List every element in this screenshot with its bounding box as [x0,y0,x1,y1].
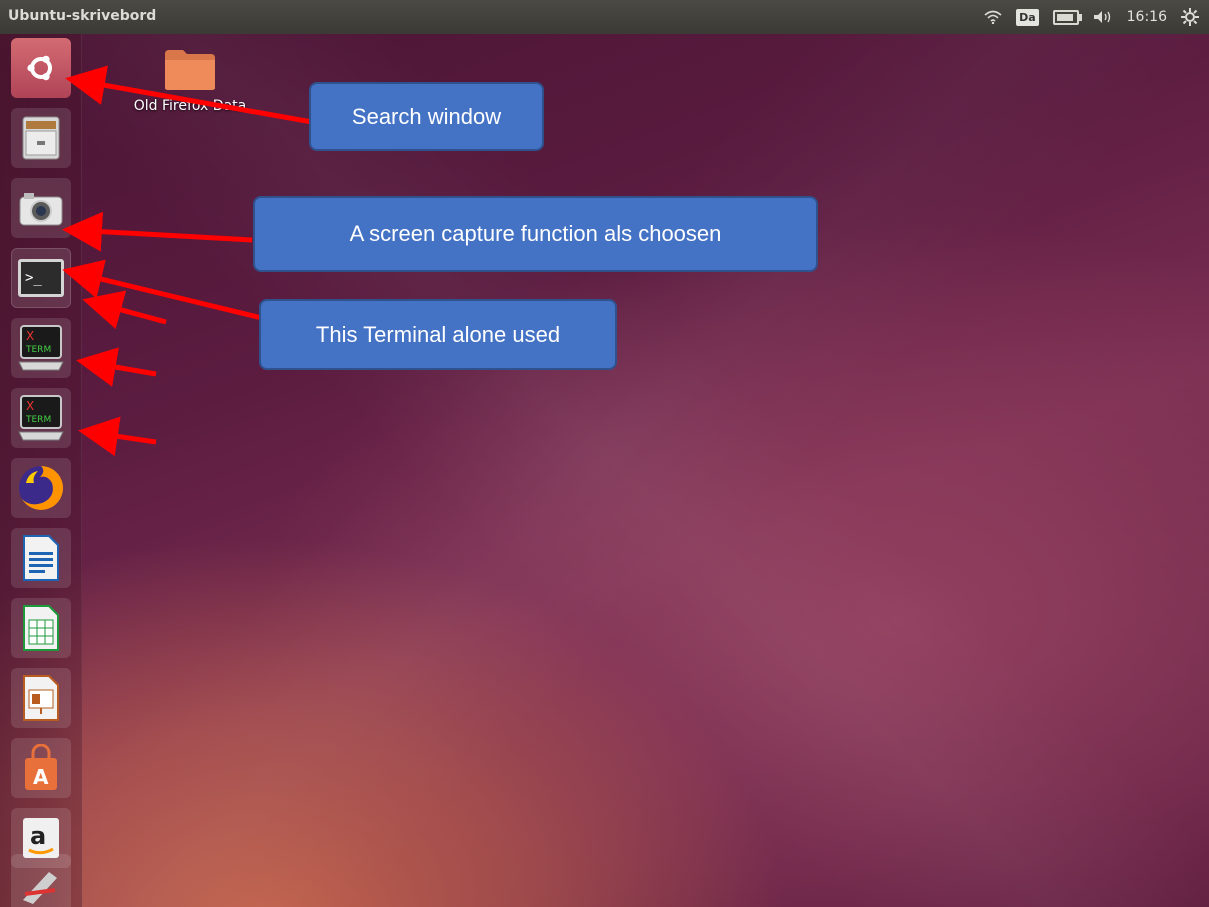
launcher-terminal[interactable]: >_ [11,248,71,308]
svg-text:X: X [26,329,34,343]
svg-text:>_: >_ [25,270,42,286]
launcher-libreoffice-calc[interactable] [11,598,71,658]
file-cabinet-icon [22,116,60,160]
xterm-icon: X TERM [18,325,64,371]
arrow-to-screenshot [62,211,253,252]
arrow-terminal-second [82,290,167,330]
camera-icon [19,193,63,226]
terminal-icon: >_ [18,259,64,297]
power-settings-icon[interactable] [1181,8,1199,26]
desktop-icon-label: Old Firefox Data [133,98,247,114]
arrow-xterm-2 [78,416,157,457]
launcher-libreoffice-writer[interactable] [11,528,71,588]
callout-screen-capture: A screen capture function als choosen [253,196,818,272]
svg-text:X: X [26,399,34,413]
clock[interactable]: 16:16 [1127,9,1167,25]
launcher-firefox[interactable] [11,458,71,518]
keyboard-layout-icon[interactable]: Da [1016,8,1039,26]
launcher-software-center[interactable]: A [11,738,71,798]
launcher: >_ X TERM X TERM A a [0,34,82,907]
arrow-to-terminal [62,259,263,321]
arrow-xterm-1 [76,347,157,387]
desktop-folder-old-firefox-data[interactable]: Old Firefox Data [120,48,260,114]
settings-icon [23,872,57,904]
svg-text:a: a [30,822,46,850]
top-panel: Ubuntu-skrivebord Da 16:16 [0,0,1209,34]
callout-search-window: Search window [309,82,544,151]
launcher-xterm-1[interactable]: X TERM [11,318,71,378]
launcher-xterm-2[interactable]: X TERM [11,388,71,448]
launcher-system-settings[interactable] [11,854,71,907]
firefox-icon [19,465,64,510]
ubuntu-logo-icon [27,55,52,81]
impress-icon [23,675,59,721]
writer-icon [23,535,59,581]
svg-text:TERM: TERM [25,415,51,425]
desktop-background: Ubuntu-skrivebord Da 16:16 >_ X TERM X T… [0,0,1209,907]
wifi-icon[interactable] [984,10,1002,24]
folder-icon [163,48,217,92]
calc-icon [23,605,59,651]
indicator-tray: Da 16:16 [984,0,1199,34]
callout-terminal: This Terminal alone used [259,299,617,370]
launcher-screenshot[interactable] [11,178,71,238]
volume-icon[interactable] [1093,10,1113,24]
launcher-libreoffice-impress[interactable] [11,668,71,728]
launcher-dash-search[interactable] [11,38,71,98]
window-title: Ubuntu-skrivebord [8,8,157,24]
xterm-icon: X TERM [18,395,64,441]
svg-text:A: A [33,765,49,789]
battery-icon[interactable] [1052,9,1082,25]
shopping-bag-icon: A [25,744,57,790]
annotation-arrows [62,65,313,457]
launcher-files[interactable] [11,108,71,168]
svg-text:TERM: TERM [25,345,51,355]
